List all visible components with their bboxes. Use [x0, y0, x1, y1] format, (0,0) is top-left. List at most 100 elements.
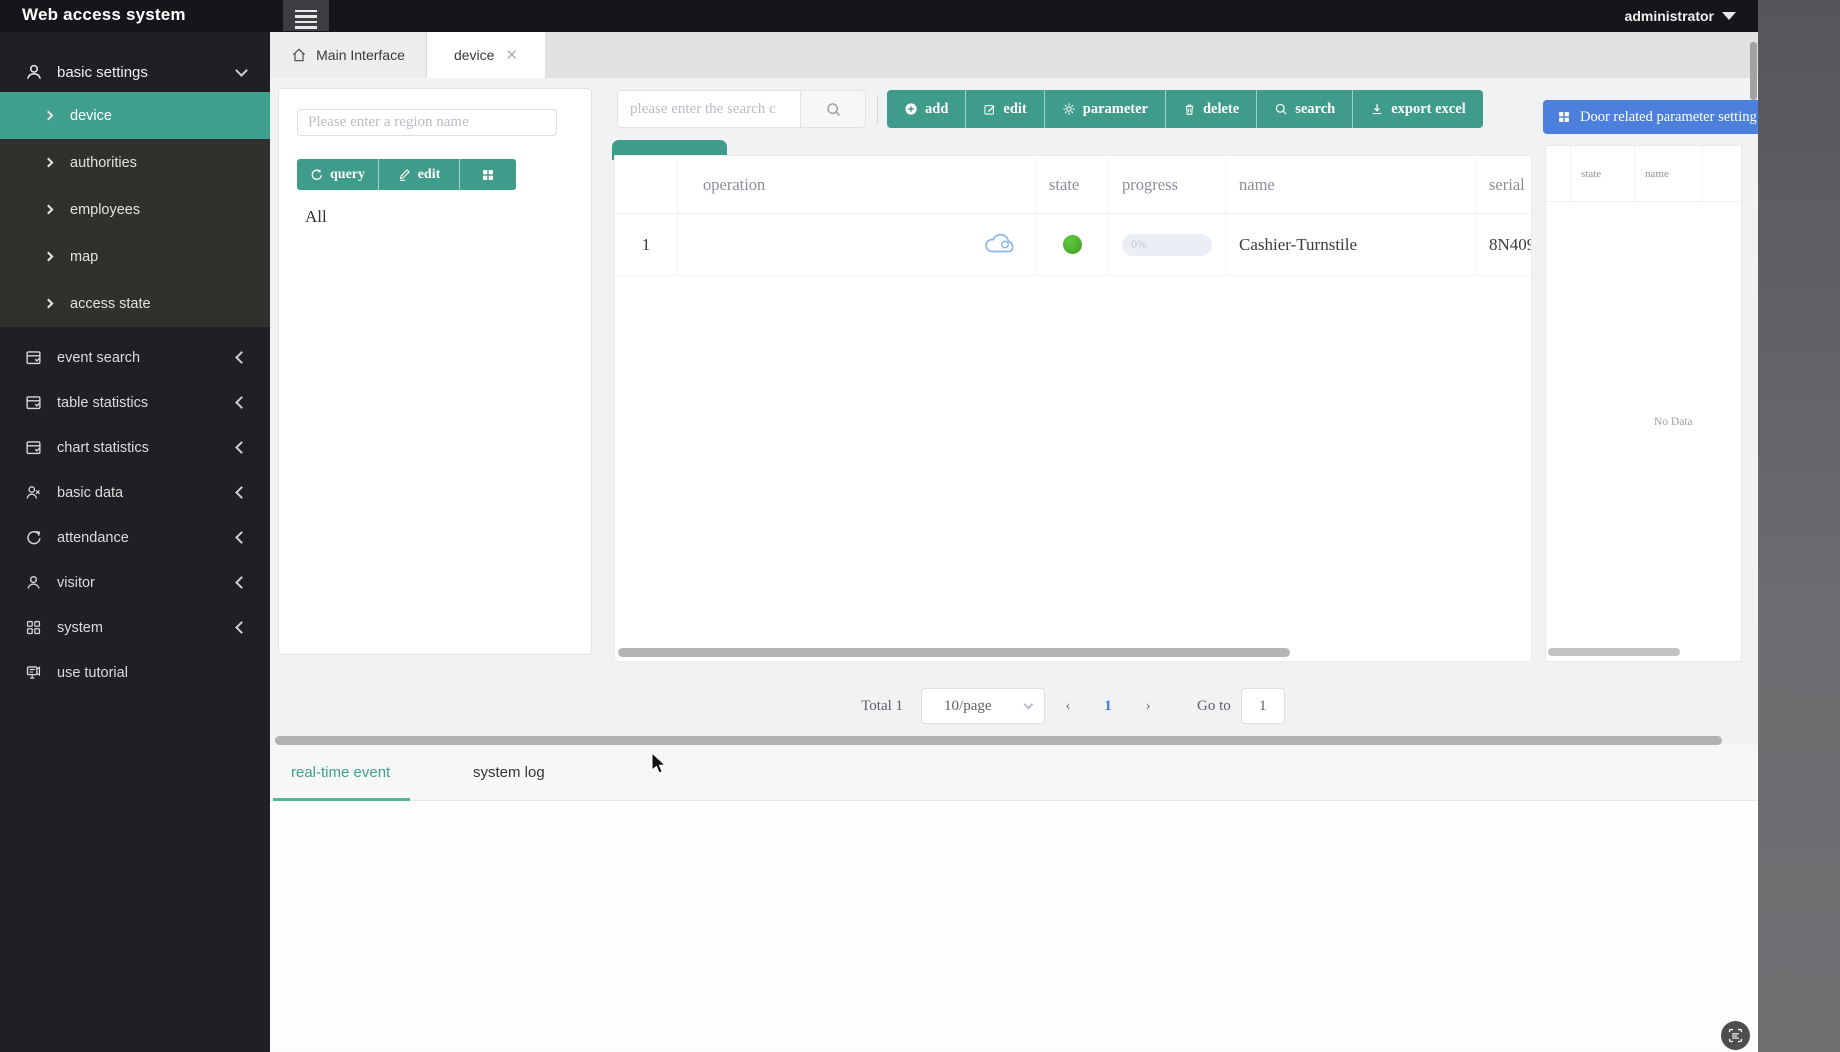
sidebar-item-authorities[interactable]: authorities — [0, 139, 270, 186]
sidebar-group-basic-settings[interactable]: basic settings — [0, 52, 270, 92]
sidebar-item-basic-data[interactable]: basic data — [0, 470, 270, 515]
row-operation — [678, 214, 1036, 275]
chevron-right-icon — [44, 111, 54, 121]
grid-icon — [24, 618, 43, 637]
chevron-left-icon — [235, 441, 248, 454]
chevron-down-icon — [235, 64, 248, 77]
region-panel: query edit All — [278, 88, 592, 655]
hamburger-icon — [295, 10, 317, 13]
page-size-select[interactable]: 10/page — [921, 688, 1045, 724]
sidebar-item-access-state[interactable]: access state — [0, 280, 270, 327]
edit-button[interactable]: edit — [965, 90, 1043, 128]
door-table-header: state name — [1546, 146, 1742, 202]
divider — [877, 95, 878, 124]
col-serial: serial — [1476, 156, 1532, 213]
scan-log-floating-button[interactable] — [1721, 1021, 1750, 1050]
sidebar-group-label: basic settings — [57, 64, 237, 81]
scan-text-icon — [1727, 1027, 1744, 1044]
person-icon — [24, 573, 43, 592]
calendar-icon — [24, 393, 43, 412]
chevron-left-icon — [235, 351, 248, 364]
page-number[interactable]: 1 — [1091, 698, 1125, 715]
sidebar-item-use-tutorial[interactable]: use tutorial — [0, 650, 270, 695]
device-search-input[interactable] — [617, 90, 800, 128]
no-data-label: No Data — [1654, 416, 1693, 428]
desktop-background — [1758, 0, 1840, 1052]
device-name: Cashier-Turnstile — [1226, 214, 1476, 275]
active-tab-underline — [273, 798, 410, 801]
user-menu[interactable]: administrator — [1625, 0, 1736, 32]
sidebar: basic settings device authorities employ… — [0, 32, 270, 1052]
tab-system-log[interactable]: system log — [473, 764, 545, 781]
device-search — [617, 90, 866, 128]
region-search-input[interactable] — [297, 109, 557, 136]
plus-circle-icon — [904, 102, 918, 116]
cloud-upgrade-icon[interactable] — [983, 232, 1017, 257]
search-submit-button[interactable] — [800, 90, 866, 128]
table-row[interactable]: 1 0% Cashier-Turnstile 8N409 — [615, 214, 1532, 276]
prev-page-button[interactable]: ‹ — [1045, 697, 1091, 715]
sidebar-item-event-search[interactable]: event search — [0, 335, 270, 380]
pagination: Total 1 10/page ‹ 1 › Go to — [614, 684, 1532, 728]
tab-real-time-event[interactable]: real-time event — [291, 764, 409, 781]
chevron-left-icon — [235, 531, 248, 544]
grid-view-button[interactable] — [459, 159, 516, 190]
goto-label: Go to — [1197, 698, 1231, 715]
sidebar-item-system[interactable]: system — [0, 605, 270, 650]
sidebar-item-table-statistics[interactable]: table statistics — [0, 380, 270, 425]
sidebar-submenu: device authorities employees map access … — [0, 92, 270, 327]
sidebar-item-visitor[interactable]: visitor — [0, 560, 270, 605]
device-serial: 8N409 — [1476, 214, 1532, 275]
sidebar-item-map[interactable]: map — [0, 233, 270, 280]
refresh-icon — [310, 168, 323, 181]
region-tree-root[interactable]: All — [305, 207, 327, 227]
door-panel-scrollbar[interactable] — [1548, 648, 1680, 656]
person-icon — [24, 63, 43, 82]
bottom-tab-bar: real-time event system log — [270, 745, 1758, 801]
edit-region-button[interactable]: edit — [378, 159, 459, 190]
clock-circle-icon — [24, 528, 43, 547]
device-toolbar: add edit parameter delete search export … — [887, 90, 1483, 128]
export-excel-button[interactable]: export excel — [1352, 90, 1482, 128]
hamburger-menu-button[interactable] — [283, 0, 329, 31]
tutorial-board-icon — [24, 663, 43, 682]
home-icon — [291, 47, 307, 63]
row-index: 1 — [615, 214, 678, 275]
col-name: name — [1226, 156, 1476, 213]
search-icon — [1274, 102, 1288, 116]
page-vertical-scrollbar[interactable] — [1750, 42, 1757, 100]
parameter-button[interactable]: parameter — [1044, 90, 1165, 128]
sidebar-item-attendance[interactable]: attendance — [0, 515, 270, 560]
sidebar-item-employees[interactable]: employees — [0, 186, 270, 233]
search-icon — [825, 101, 842, 118]
progress-bar: 0% — [1122, 234, 1212, 256]
goto-page-input[interactable] — [1241, 688, 1285, 724]
pencil-icon — [398, 168, 411, 181]
tab-device[interactable]: device ✕ — [427, 32, 545, 78]
sidebar-items: event search table statistics chart stat… — [0, 335, 270, 695]
page-horizontal-scrollbar[interactable] — [275, 736, 1722, 745]
tab-main-interface[interactable]: Main Interface — [270, 32, 427, 78]
chevron-down-icon — [1722, 12, 1736, 20]
chevron-left-icon — [235, 486, 248, 499]
delete-button[interactable]: delete — [1165, 90, 1256, 128]
query-button[interactable]: query — [297, 159, 378, 190]
door-parameter-panel: state name No Data — [1545, 145, 1742, 662]
sidebar-item-device[interactable]: device — [0, 92, 270, 139]
add-button[interactable]: add — [887, 90, 965, 128]
next-page-button[interactable]: › — [1125, 697, 1171, 715]
table-horizontal-scrollbar[interactable] — [618, 648, 1290, 657]
door-related-parameter-button[interactable]: Door related parameter setting — [1543, 100, 1758, 134]
pencil-square-icon — [983, 103, 996, 116]
chevron-left-icon — [235, 621, 248, 634]
chevron-down-icon — [1024, 700, 1034, 710]
region-button-group: query edit — [297, 159, 516, 190]
close-icon[interactable]: ✕ — [505, 46, 518, 64]
gear-icon — [1062, 102, 1076, 116]
search-button[interactable]: search — [1256, 90, 1352, 128]
grid-icon — [481, 168, 495, 182]
device-table-header: operation state progress name serial — [615, 156, 1532, 214]
sidebar-item-chart-statistics[interactable]: chart statistics — [0, 425, 270, 470]
chevron-right-icon — [44, 205, 54, 215]
chevron-left-icon — [235, 576, 248, 589]
